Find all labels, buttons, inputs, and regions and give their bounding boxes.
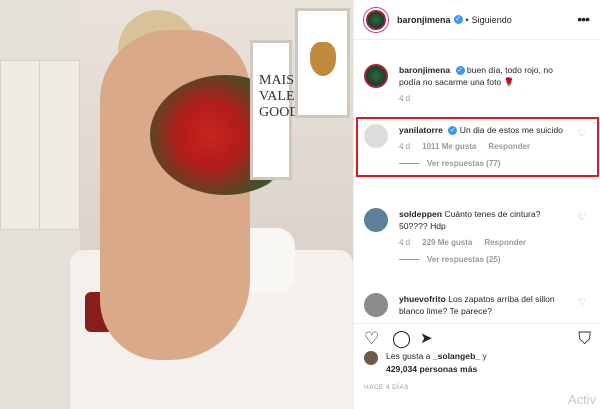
comment-time: 4 d [399, 238, 411, 247]
caption-time: 4 d [399, 94, 411, 103]
verified-badge-icon: ✓ [455, 66, 465, 76]
view-replies-link[interactable]: Ver respuestas (77) [399, 159, 596, 168]
author-avatar[interactable] [364, 7, 388, 32]
likes-summary: Les gusta a _solangeb_ y 429,034 persona… [364, 350, 594, 376]
comment-avatar[interactable] [364, 293, 388, 317]
likes-count[interactable]: 429,034 personas más [386, 364, 477, 374]
caption-avatar[interactable] [364, 64, 388, 88]
comment-meta: 4 d 1011 Me gusta Responder [399, 142, 596, 151]
likes-prefix: Les gusta a [386, 351, 431, 361]
bookmark-icon[interactable]: ⛉ [578, 330, 591, 347]
comment-like-heart-icon[interactable]: ♡ [578, 212, 586, 223]
comment: soldeppen Cuánto tenes de cintura? 50???… [364, 208, 596, 264]
comment-time: 4 d [399, 142, 411, 151]
comment-body: yhuevofrito Los zapatos arriba del sillo… [399, 293, 569, 317]
comment: yhuevofrito Los zapatos arriba del sillo… [364, 293, 596, 323]
caption-meta: 4 d [399, 94, 596, 103]
more-dots-icon[interactable]: ••• [577, 12, 590, 26]
liker-avatar[interactable] [364, 351, 378, 365]
comment-like-heart-icon[interactable]: ♡ [578, 297, 586, 308]
comment-avatar[interactable] [364, 208, 388, 232]
caption-username[interactable]: baronjimena [399, 65, 450, 75]
separator-dot: • [465, 14, 469, 25]
liker-username[interactable]: _solangeb_ [433, 351, 480, 361]
photo-frame-text: MAIS VALE GOOD [250, 40, 299, 180]
photo-frame-lettering: MAIS VALE GOOD [259, 73, 300, 120]
activate-windows-watermark: Activ [568, 392, 597, 407]
reply-button[interactable]: Responder [488, 142, 530, 151]
like-heart-icon[interactable]: ♡ [364, 330, 379, 347]
comment-body: soldeppen Cuánto tenes de cintura? 50???… [399, 208, 569, 232]
comment-username[interactable]: yhuevofrito [399, 294, 446, 304]
post-side-panel: baronjimena ✓ • Siguiendo ••• baronjimen… [353, 0, 600, 409]
likes-suffix: y [482, 351, 487, 361]
likes-text: Les gusta a _solangeb_ y 429,034 persona… [386, 350, 487, 376]
comment-likes[interactable]: 229 Me gusta [422, 238, 472, 247]
caption-body: baronjimena ✓ buen día, todo rojo, no po… [399, 64, 569, 88]
comment-username[interactable]: soldeppen [399, 209, 442, 219]
post-photo[interactable]: MAIS VALE GOOD [0, 0, 353, 409]
comment: yanilatorre ✓ Un dia de estos me suicido… [364, 124, 596, 168]
following-button[interactable]: Siguiendo [472, 15, 512, 25]
verified-badge-icon: ✓ [448, 126, 458, 136]
post-time-ago[interactable]: HACE 4 DÍAS [364, 384, 409, 391]
comment-avatar[interactable] [364, 124, 388, 148]
comment-like-heart-icon[interactable]: ♡ [578, 128, 586, 139]
comment-username[interactable]: yanilatorre [399, 125, 443, 135]
comment-likes[interactable]: 1011 Me gusta [422, 142, 476, 151]
author-username[interactable]: baronjimena [397, 15, 451, 25]
photo-cabinet [0, 60, 80, 230]
comment-body: yanilatorre ✓ Un dia de estos me suicido [399, 124, 569, 136]
action-bar: ♡ ◯ ➤ ⛉ [354, 323, 600, 349]
comment-meta: 4 d 229 Me gusta Responder [399, 238, 596, 247]
comment-bubble-icon[interactable]: ◯ [392, 330, 411, 347]
caption: baronjimena ✓ buen día, todo rojo, no po… [364, 64, 596, 103]
comment-text: Un dia de estos me suicido [459, 125, 563, 135]
share-send-icon[interactable]: ➤ [420, 330, 433, 347]
post-header: baronjimena ✓ • Siguiendo ••• [354, 0, 600, 40]
verified-badge-icon: ✓ [453, 15, 463, 24]
reply-button[interactable]: Responder [484, 238, 526, 247]
photo-butterfly [310, 42, 336, 76]
view-replies-link[interactable]: Ver respuestas (25) [399, 255, 596, 264]
